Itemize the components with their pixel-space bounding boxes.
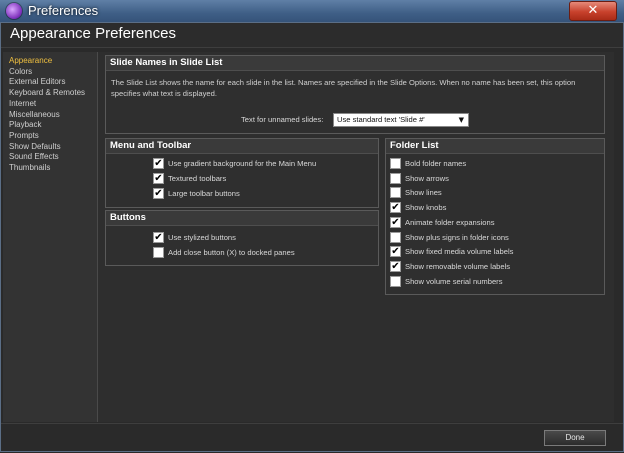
- checkbox-label: Use stylized buttons: [168, 233, 236, 242]
- buttons-panel: Buttons ✔ Use stylized buttons Add close…: [105, 210, 379, 266]
- checkbox[interactable]: [390, 276, 401, 287]
- checkbox-label: Show lines: [405, 188, 442, 197]
- checkbox-label: Show arrows: [405, 174, 449, 183]
- page-header: Appearance Preferences: [0, 23, 624, 48]
- checkbox[interactable]: [153, 247, 164, 258]
- checkbox-row[interactable]: ✔ Large toolbar buttons: [153, 187, 240, 200]
- checkbox-label: Show knobs: [405, 203, 447, 212]
- sidebar-item-prompts[interactable]: Prompts: [3, 131, 97, 142]
- sidebar-nav: Appearance Colors External Editors Keybo…: [3, 52, 97, 174]
- title-bar: Preferences ✕: [0, 0, 624, 23]
- checkbox-row[interactable]: Bold folder names: [390, 157, 466, 170]
- checkbox-label: Show removable volume labels: [405, 262, 511, 271]
- slide-names-description: The Slide List shows the name for each s…: [111, 78, 576, 98]
- checkbox[interactable]: [390, 232, 401, 243]
- sidebar-item-appearance[interactable]: Appearance: [3, 56, 97, 67]
- checkbox-row[interactable]: ✔ Show knobs: [390, 201, 446, 214]
- checkbox-row[interactable]: Show volume serial numbers: [390, 275, 503, 288]
- checkbox-row[interactable]: Show lines: [390, 186, 442, 199]
- checkbox[interactable]: ✔: [390, 217, 401, 228]
- done-button[interactable]: Done: [544, 430, 606, 446]
- window-title: Preferences: [28, 3, 99, 18]
- checkbox-row[interactable]: ✔ Animate folder expansions: [390, 216, 495, 229]
- unnamed-slides-select[interactable]: Use standard text 'Slide #' ▼: [333, 113, 469, 127]
- page-title: Appearance Preferences: [10, 25, 176, 42]
- close-button[interactable]: ✕: [569, 1, 617, 21]
- checkbox-label: Textured toolbars: [168, 174, 227, 183]
- checkbox-row[interactable]: ✔ Use gradient background for the Main M…: [153, 157, 316, 170]
- checkbox-row[interactable]: Show arrows: [390, 172, 449, 185]
- checkbox-label: Add close button (X) to docked panes: [168, 248, 295, 257]
- slide-names-title: Slide Names in Slide List: [106, 56, 604, 71]
- buttons-title: Buttons: [106, 211, 378, 226]
- checkbox-label: Animate folder expansions: [405, 218, 495, 227]
- sidebar-item-colors[interactable]: Colors: [3, 67, 97, 78]
- sidebar-item-thumbnails[interactable]: Thumbnails: [3, 163, 97, 174]
- folder-list-panel: Folder List Bold folder names Show arrow…: [385, 138, 605, 295]
- sidebar-item-playback[interactable]: Playback: [3, 120, 97, 131]
- checkbox[interactable]: ✔: [390, 261, 401, 272]
- checkbox[interactable]: ✔: [390, 246, 401, 257]
- checkbox-label: Bold folder names: [405, 159, 467, 168]
- sidebar-item-keyboard-remotes[interactable]: Keyboard & Remotes: [3, 88, 97, 99]
- unnamed-slides-label: Text for unnamed slides:: [241, 115, 324, 124]
- sidebar-item-show-defaults[interactable]: Show Defaults: [3, 142, 97, 153]
- checkbox-row[interactable]: ✔ Show fixed media volume labels: [390, 245, 513, 258]
- checkbox-label: Use gradient background for the Main Men…: [168, 159, 317, 168]
- sidebar-item-external-editors[interactable]: External Editors: [3, 77, 97, 88]
- chevron-down-icon: ▼: [458, 116, 464, 124]
- checkbox-row[interactable]: ✔ Show removable volume labels: [390, 260, 510, 273]
- checkbox-label: Show fixed media volume labels: [405, 247, 514, 256]
- checkbox[interactable]: [390, 158, 401, 169]
- menu-toolbar-title: Menu and Toolbar: [106, 139, 378, 154]
- app-logo-icon: [6, 3, 22, 19]
- checkbox-row[interactable]: ✔ Use stylized buttons: [153, 231, 236, 244]
- footer: Done: [0, 423, 624, 453]
- checkbox-row[interactable]: ✔ Textured toolbars: [153, 172, 226, 185]
- checkbox[interactable]: ✔: [153, 232, 164, 243]
- sidebar: Appearance Colors External Editors Keybo…: [3, 52, 98, 422]
- checkbox[interactable]: [390, 187, 401, 198]
- folder-list-title: Folder List: [386, 139, 604, 154]
- sidebar-item-internet[interactable]: Internet: [3, 99, 97, 110]
- sidebar-item-sound-effects[interactable]: Sound Effects: [3, 152, 97, 163]
- checkbox-label: Show volume serial numbers: [405, 277, 503, 286]
- checkbox[interactable]: ✔: [153, 173, 164, 184]
- slide-names-panel: Slide Names in Slide List The Slide List…: [105, 55, 605, 134]
- checkbox[interactable]: ✔: [153, 188, 164, 199]
- checkbox[interactable]: ✔: [153, 158, 164, 169]
- content-area: Slide Names in Slide List The Slide List…: [98, 52, 614, 422]
- menu-toolbar-panel: Menu and Toolbar ✔ Use gradient backgrou…: [105, 138, 379, 208]
- unnamed-slides-select-value: Use standard text 'Slide #': [337, 115, 425, 124]
- checkbox-row[interactable]: Add close button (X) to docked panes: [153, 246, 295, 259]
- checkbox-label: Large toolbar buttons: [168, 189, 240, 198]
- sidebar-item-miscellaneous[interactable]: Miscellaneous: [3, 110, 97, 121]
- checkbox-row[interactable]: Show plus signs in folder icons: [390, 231, 509, 244]
- checkbox[interactable]: ✔: [390, 202, 401, 213]
- checkbox[interactable]: [390, 173, 401, 184]
- checkbox-label: Show plus signs in folder icons: [405, 233, 509, 242]
